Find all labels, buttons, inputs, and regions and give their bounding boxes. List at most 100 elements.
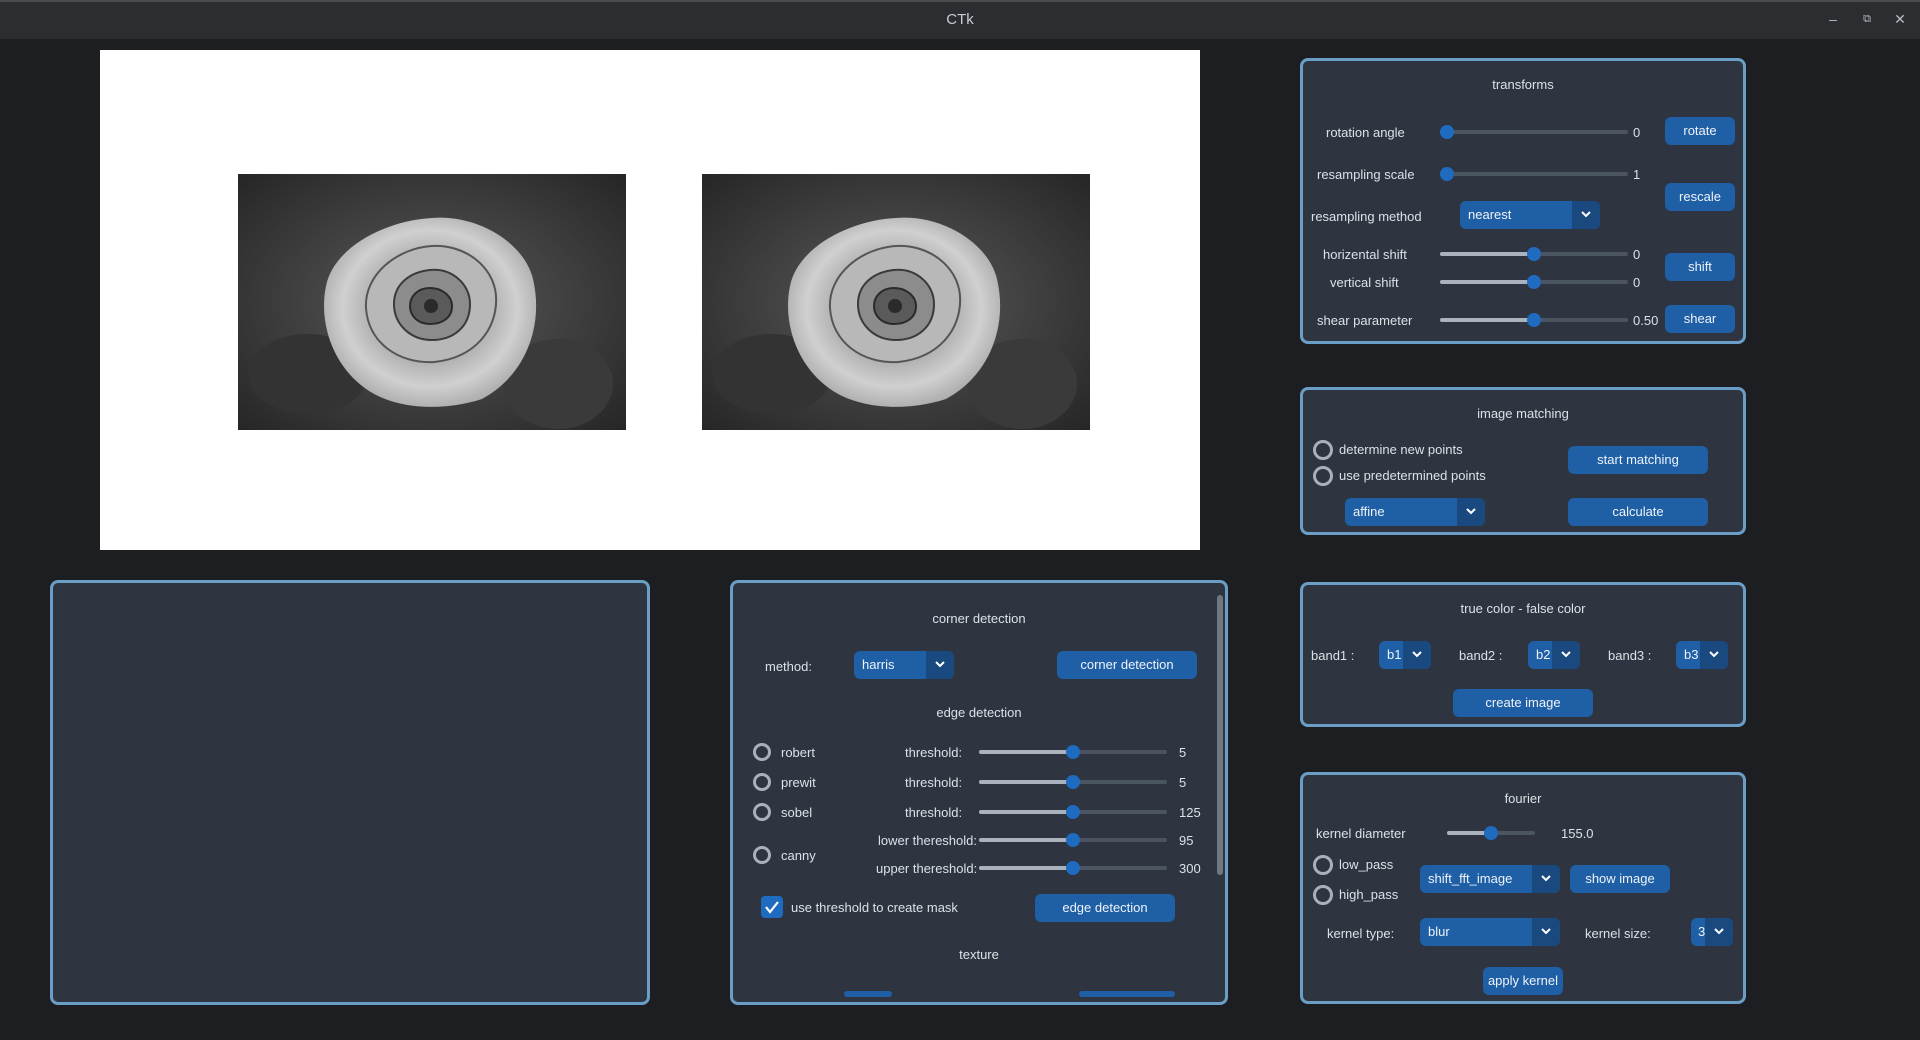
kernel-diameter-slider[interactable]: [1447, 824, 1535, 842]
sobel-threshold-label: threshold:: [905, 805, 963, 820]
rotate-button[interactable]: rotate: [1665, 117, 1735, 145]
robert-radio[interactable]: [753, 743, 771, 761]
sobel-radio[interactable]: [753, 803, 771, 821]
method-label: resampling method: [1311, 209, 1422, 224]
fft-image-dropdown[interactable]: shift_fft_image: [1420, 865, 1560, 893]
robert-threshold-label: threshold:: [905, 745, 963, 760]
chevron-down-icon: [1532, 865, 1560, 893]
lower-threshold-slider[interactable]: [979, 831, 1167, 849]
resampling-method-dropdown[interactable]: nearest: [1460, 201, 1600, 229]
texture-button-partial[interactable]: [1079, 991, 1175, 997]
kernel-diameter-value: 155.0: [1561, 826, 1594, 841]
close-icon[interactable]: ✕: [1889, 8, 1911, 30]
shear-slider[interactable]: [1440, 311, 1628, 329]
start-matching-button[interactable]: start matching: [1568, 446, 1708, 474]
true-false-color-panel: true color - false color band1 : b1 band…: [1300, 582, 1746, 727]
hshift-slider[interactable]: [1440, 245, 1628, 263]
band1-dropdown[interactable]: b1: [1379, 641, 1431, 669]
rotation-slider[interactable]: [1440, 123, 1628, 141]
kernel-type-value: blur: [1428, 924, 1450, 939]
corner-detection-title: corner detection: [932, 611, 1026, 626]
scale-value: 1: [1633, 167, 1641, 182]
canny-radio[interactable]: [753, 846, 771, 864]
transforms-title: transforms: [1492, 77, 1554, 92]
canny-label: canny: [781, 848, 816, 863]
chevron-down-icon: [926, 651, 954, 679]
sobel-threshold-slider[interactable]: [979, 803, 1167, 821]
corner-detection-button[interactable]: corner detection: [1057, 651, 1197, 679]
apply-kernel-button[interactable]: apply kernel: [1483, 967, 1563, 995]
image-matching-title: image matching: [1477, 406, 1569, 421]
corner-method-dropdown[interactable]: harris: [854, 651, 954, 679]
low-pass-label: low_pass: [1339, 857, 1394, 872]
texture-control-partial[interactable]: [844, 991, 892, 997]
window-title: CTk: [946, 11, 974, 28]
rotation-value: 0: [1633, 125, 1641, 140]
hshift-value: 0: [1633, 247, 1641, 262]
kernel-size-dropdown[interactable]: 3: [1691, 918, 1733, 946]
prewit-radio[interactable]: [753, 773, 771, 791]
scrollbar[interactable]: [1217, 595, 1223, 875]
band3-value: b3: [1684, 647, 1699, 662]
edge-detection-title: edge detection: [936, 705, 1022, 720]
kernel-size-label: kernel size:: [1585, 926, 1651, 941]
chevron-down-icon: [1572, 201, 1600, 229]
edge-detection-button[interactable]: edge detection: [1035, 894, 1175, 922]
scale-slider[interactable]: [1440, 165, 1628, 183]
vshift-value: 0: [1633, 275, 1641, 290]
fourier-title: fourier: [1504, 791, 1542, 806]
method-label: method:: [765, 659, 812, 674]
show-image-button[interactable]: show image: [1570, 865, 1670, 893]
corner-method-value: harris: [862, 657, 895, 672]
rescale-button[interactable]: rescale: [1665, 183, 1735, 211]
low-pass-radio[interactable]: [1313, 855, 1333, 875]
transform-type-dropdown[interactable]: affine: [1345, 498, 1485, 526]
restore-icon[interactable]: ⧉: [1856, 8, 1878, 30]
prewit-threshold-slider[interactable]: [979, 773, 1167, 791]
band2-value: b2: [1536, 647, 1551, 662]
chevron-down-icon: [1403, 641, 1431, 669]
chevron-down-icon: [1457, 498, 1485, 526]
texture-title: texture: [959, 947, 999, 962]
new-points-label: determine new points: [1339, 442, 1463, 457]
shear-button[interactable]: shear: [1665, 305, 1735, 333]
sobel-threshold-value: 125: [1179, 805, 1201, 820]
scale-label: resampling scale: [1317, 167, 1415, 182]
chevron-down-icon: [1552, 641, 1580, 669]
resampling-method-value: nearest: [1468, 207, 1512, 222]
band3-label: band3 :: [1608, 648, 1652, 663]
band3-dropdown[interactable]: b3: [1676, 641, 1728, 669]
upper-threshold-slider[interactable]: [979, 859, 1167, 877]
robert-threshold-value: 5: [1179, 745, 1187, 760]
fft-image-value: shift_fft_image: [1428, 871, 1513, 886]
shift-button[interactable]: shift: [1665, 253, 1735, 281]
lower-threshold-label: lower thereshold:: [878, 833, 977, 848]
robert-threshold-slider[interactable]: [979, 743, 1167, 761]
mask-checkbox[interactable]: [761, 896, 783, 918]
high-pass-radio[interactable]: [1313, 885, 1333, 905]
checkmark-icon: [765, 901, 779, 914]
predetermined-points-label: use predetermined points: [1339, 468, 1486, 483]
mask-label: use threshold to create mask: [791, 900, 958, 915]
lower-threshold-value: 95: [1179, 833, 1194, 848]
vshift-slider[interactable]: [1440, 273, 1628, 291]
kernel-type-label: kernel type:: [1327, 926, 1395, 941]
minimize-icon[interactable]: –: [1822, 8, 1844, 30]
upper-threshold-label: upper thereshold:: [876, 861, 978, 876]
original-image: [238, 174, 626, 430]
predetermined-points-radio[interactable]: [1313, 466, 1333, 486]
calculate-button[interactable]: calculate: [1568, 498, 1708, 526]
band1-value: b1: [1387, 647, 1402, 662]
chevron-down-icon: [1705, 918, 1733, 946]
high-pass-label: high_pass: [1339, 887, 1399, 902]
kernel-type-dropdown[interactable]: blur: [1420, 918, 1560, 946]
empty-panel: [50, 580, 650, 1005]
band2-dropdown[interactable]: b2: [1528, 641, 1580, 669]
robert-label: robert: [781, 745, 815, 760]
hshift-label: horizental shift: [1323, 247, 1407, 262]
rotation-label: rotation angle: [1326, 125, 1405, 140]
sobel-label: sobel: [781, 805, 813, 820]
band1-label: band1 :: [1311, 648, 1355, 663]
new-points-radio[interactable]: [1313, 440, 1333, 460]
create-image-button[interactable]: create image: [1453, 689, 1593, 717]
